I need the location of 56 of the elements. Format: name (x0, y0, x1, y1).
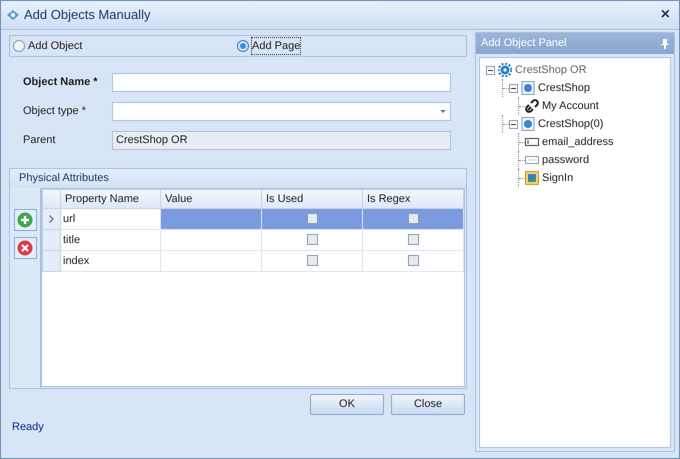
object-name-field[interactable] (112, 73, 451, 92)
globe-page-icon (521, 117, 535, 131)
checkbox[interactable] (408, 255, 418, 266)
field-label: Object Name * (22, 75, 99, 90)
field-label: Parent (22, 133, 56, 148)
checkbox[interactable] (306, 234, 318, 246)
checkbox[interactable] (408, 213, 418, 224)
close-button[interactable]: Close (391, 394, 465, 415)
globe-page-icon (521, 81, 535, 95)
table-cell: url (60, 208, 160, 230)
tree-item[interactable]: password (542, 152, 590, 168)
delete-button[interactable] (14, 237, 36, 259)
chain-link-icon (525, 99, 539, 113)
parent-field[interactable]: CrestShop OR (112, 131, 451, 150)
column-header[interactable]: Property Name (60, 190, 160, 208)
current-row-icon (49, 214, 54, 223)
tree-item[interactable]: CrestShop(0) (538, 116, 604, 132)
image-icon (525, 171, 539, 185)
add-button[interactable] (14, 209, 36, 231)
delete-icon (17, 240, 33, 256)
table-row[interactable]: index (42, 250, 464, 272)
table-row[interactable]: url (42, 208, 464, 230)
table-cell: title (60, 230, 160, 250)
pin-icon[interactable] (661, 38, 669, 48)
checkbox[interactable] (306, 255, 318, 266)
radio-option[interactable]: Add Page (237, 38, 300, 54)
window-title: Add Objects Manually (24, 6, 150, 24)
tree-item[interactable]: My Account (542, 98, 599, 114)
tree-item[interactable]: CrestShop (538, 80, 590, 96)
plus-icon (17, 212, 33, 228)
group-title: Physical Attributes (10, 169, 466, 188)
textbox-icon (525, 135, 539, 149)
tree-item[interactable]: CrestShop OR (515, 62, 587, 78)
table-cell: index (60, 250, 160, 272)
status-text: Ready (12, 420, 45, 435)
checkbox[interactable] (408, 234, 418, 246)
checkbox[interactable] (306, 213, 318, 224)
tree-item[interactable]: SignIn (542, 170, 574, 186)
radio-option[interactable]: Add Object (10, 38, 237, 54)
column-header[interactable]: Value (160, 190, 262, 208)
collapse-toggle[interactable] (509, 84, 518, 92)
close-button[interactable]: × (656, 3, 674, 27)
panel-title: Add Object Panel (481, 36, 567, 52)
object-type-dropdown[interactable] (112, 102, 451, 121)
gear-icon (498, 63, 512, 77)
collapse-toggle[interactable] (486, 66, 495, 74)
dropdown-arrow-icon (440, 110, 446, 114)
table-row[interactable]: title (42, 230, 464, 250)
collapse-toggle[interactable] (509, 120, 518, 128)
field-label: Object type * (22, 104, 87, 120)
column-header[interactable]: Is Used (262, 190, 362, 208)
password-field-icon (525, 153, 539, 167)
diamond-icon (6, 9, 20, 21)
column-header[interactable]: Is Regex (362, 190, 464, 208)
tree-item[interactable]: email_address (542, 134, 614, 150)
ok-button[interactable]: OK (310, 394, 384, 415)
